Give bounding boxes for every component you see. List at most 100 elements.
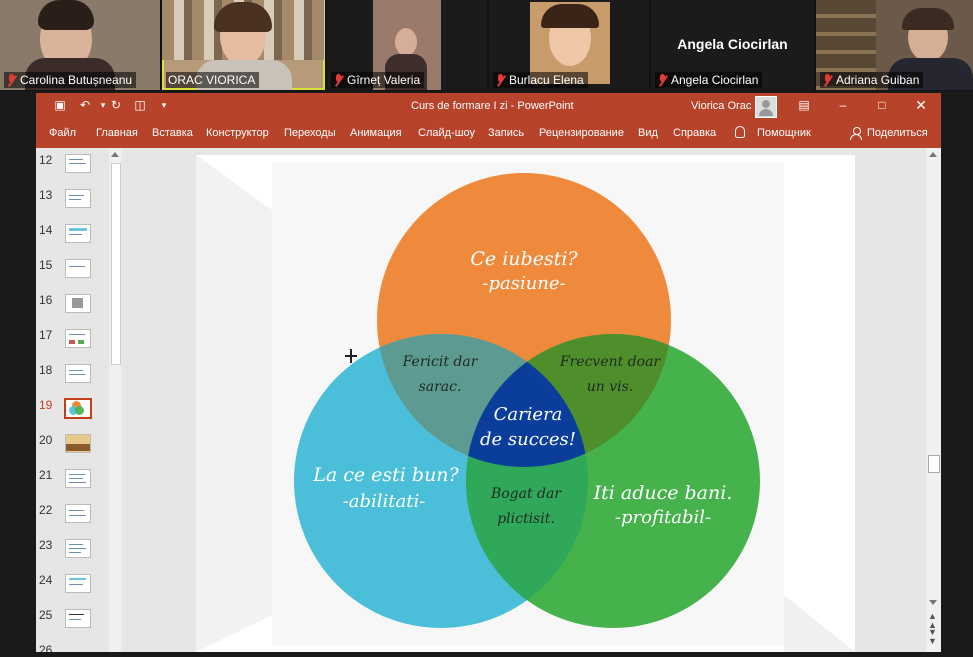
tab-home[interactable]: Главная: [96, 127, 138, 139]
thumbnail-row[interactable]: 25: [36, 608, 112, 638]
mic-muted-icon: [333, 73, 344, 87]
scroll-down-arrow-icon[interactable]: [929, 600, 937, 605]
slide-number: 16: [39, 293, 53, 307]
slide[interactable]: Ce iubesti? -pasiune- La ce esti bun? -a…: [196, 155, 855, 652]
next-slide-icon[interactable]: ▼ ▼: [928, 628, 937, 646]
redo-icon[interactable]: ↻: [109, 98, 123, 112]
thumbnail-row[interactable]: 18: [36, 363, 112, 393]
slide-thumbnail[interactable]: [65, 364, 91, 383]
participant-name: Adriana Guiban: [820, 72, 924, 88]
slide-scrollbar[interactable]: ▲ ▲ ▼ ▼: [926, 148, 941, 652]
slide-thumbnail[interactable]: [65, 189, 91, 208]
mic-muted-icon: [657, 73, 668, 87]
thumbnail-row[interactable]: 12: [36, 153, 112, 183]
participant-tile[interactable]: Burlacu Elena: [489, 0, 649, 90]
ribbon-display-icon[interactable]: ▤: [797, 98, 811, 112]
participant-tile[interactable]: Adriana Guiban: [816, 0, 973, 90]
window-title: Curs de formare I zi - PowerPoint: [411, 100, 574, 112]
scrollbar-thumb[interactable]: [928, 455, 940, 473]
slide-number: 15: [39, 258, 53, 272]
lightbulb-icon[interactable]: [735, 126, 745, 138]
scrollbar-thumb[interactable]: [111, 163, 121, 365]
slide-thumbnail[interactable]: [65, 154, 91, 173]
tab-insert[interactable]: Вставка: [152, 127, 193, 139]
thumbnails-scrollbar[interactable]: [109, 149, 121, 652]
user-name[interactable]: Viorica Orac: [691, 100, 751, 112]
participant-tile[interactable]: Gîrneț Valeria: [327, 0, 487, 90]
scroll-up-arrow-icon[interactable]: [929, 152, 937, 157]
customize-toolbar-icon[interactable]: ▾: [157, 98, 171, 112]
slide-number: 14: [39, 223, 53, 237]
share-icon[interactable]: [850, 127, 862, 140]
slide-editor-canvas[interactable]: Ce iubesti? -pasiune- La ce esti bun? -a…: [123, 148, 929, 652]
slide-number: 17: [39, 328, 53, 342]
tab-transitions[interactable]: Переходы: [284, 127, 336, 139]
participant-tile-active[interactable]: ORAC VIORICA: [162, 0, 325, 90]
participant-name: Angela Ciocirlan: [655, 72, 763, 88]
participant-tile[interactable]: Angela Ciocirlan Angela Ciocirlan: [651, 0, 814, 90]
user-avatar[interactable]: [755, 96, 777, 118]
close-icon[interactable]: ✕: [914, 98, 928, 112]
happy-poor-sublabel: sarac.: [419, 379, 462, 395]
save-icon[interactable]: ▣: [53, 98, 67, 112]
slide-thumbnail[interactable]: [65, 224, 91, 243]
assistant-search[interactable]: Помощник: [757, 127, 811, 139]
thumbnail-row[interactable]: 15: [36, 258, 112, 288]
maximize-icon[interactable]: □: [875, 98, 889, 112]
tab-animations[interactable]: Анимация: [350, 127, 402, 139]
participant-name: Burlacu Elena: [493, 72, 588, 88]
tab-review[interactable]: Рецензирование: [539, 127, 624, 139]
tab-slideshow[interactable]: Слайд-шоу: [418, 127, 475, 139]
minimize-icon[interactable]: –: [836, 98, 850, 112]
slide-thumbnail[interactable]: [65, 574, 91, 593]
thumbnail-row[interactable]: 13: [36, 188, 112, 218]
undo-icon[interactable]: ↶: [78, 98, 92, 112]
slide-thumbnail[interactable]: [65, 469, 91, 488]
slide-thumbnail[interactable]: [65, 329, 91, 348]
slide-thumbnails-pane: 12 13 14 15 16 17 18 19 20 21 22 23 24 2…: [36, 148, 112, 652]
slide-number: 22: [39, 503, 53, 517]
slide-thumbnail[interactable]: [65, 504, 91, 523]
slide-number: 19: [39, 398, 53, 412]
thumbnail-row[interactable]: 20: [36, 433, 112, 463]
presentation-icon[interactable]: ◫: [133, 98, 147, 112]
participant-strip: Carolina Butușneanu ORAC VIORICA Gîrneț …: [0, 0, 973, 91]
tab-help[interactable]: Справка: [673, 127, 716, 139]
tab-design[interactable]: Конструктор: [206, 127, 269, 139]
slide-thumbnail[interactable]: [65, 609, 91, 628]
participant-name: Carolina Butușneanu: [4, 72, 137, 88]
slide-number: 18: [39, 363, 53, 377]
thumbnail-row-selected[interactable]: 19: [36, 398, 112, 428]
happy-poor-label: Fericit dar: [402, 354, 479, 370]
participant-tile[interactable]: Carolina Butușneanu: [0, 0, 160, 90]
tab-file[interactable]: Файл: [49, 127, 76, 139]
thumbnail-row[interactable]: 26: [36, 643, 112, 652]
slide-thumbnail[interactable]: [65, 434, 91, 453]
thumbnail-row[interactable]: 22: [36, 503, 112, 533]
mic-muted-icon: [6, 73, 17, 87]
slide-number: 23: [39, 538, 53, 552]
slide-thumbnail[interactable]: [65, 539, 91, 558]
profit-sublabel: -profitabil-: [615, 507, 711, 528]
scroll-up-arrow-icon[interactable]: [111, 152, 119, 157]
tab-view[interactable]: Вид: [638, 127, 658, 139]
share-button[interactable]: Поделиться: [867, 127, 928, 139]
skills-label: La ce esti bun?: [312, 464, 459, 486]
slide-number: 24: [39, 573, 53, 587]
dream-label: Frecvent doar: [559, 354, 662, 370]
slide-thumbnail-selected[interactable]: [64, 398, 92, 419]
thumbnail-row[interactable]: 16: [36, 293, 112, 323]
undo-dropdown-icon[interactable]: ▾: [96, 98, 110, 112]
slide-thumbnail[interactable]: [65, 294, 91, 313]
title-bar: ▣ ↶ ▾ ↻ ◫ ▾ Curs de formare I zi - Power…: [36, 93, 941, 120]
thumbnail-row[interactable]: 23: [36, 538, 112, 568]
venn-diagram: Ce iubesti? -pasiune- La ce esti bun? -a…: [196, 155, 855, 652]
slide-thumbnail[interactable]: [65, 259, 91, 278]
thumbnail-row[interactable]: 14: [36, 223, 112, 253]
mic-muted-icon: [495, 73, 506, 87]
thumbnail-row[interactable]: 24: [36, 573, 112, 603]
rich-bored-sublabel: plictisit.: [497, 511, 555, 527]
tab-record[interactable]: Запись: [488, 127, 524, 139]
thumbnail-row[interactable]: 17: [36, 328, 112, 358]
thumbnail-row[interactable]: 21: [36, 468, 112, 498]
